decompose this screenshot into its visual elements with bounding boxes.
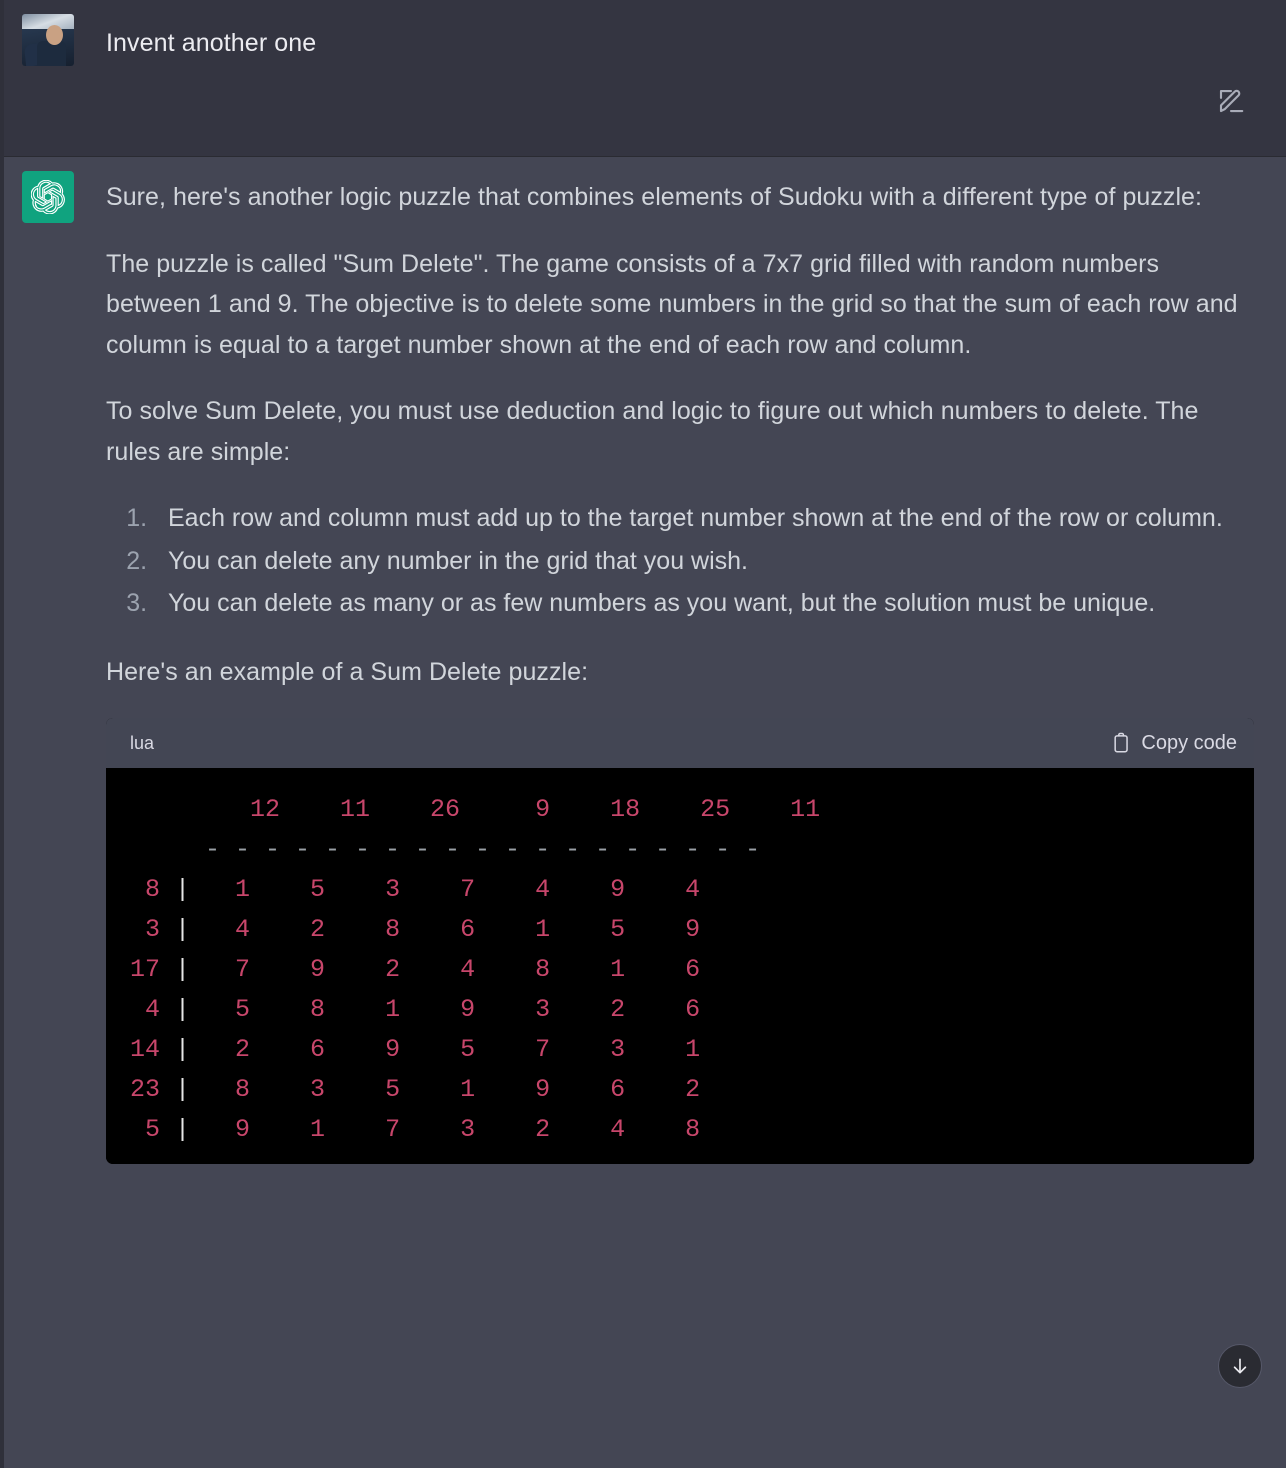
code-block-content[interactable]: 12 11 26 9 18 25 11 - - - - - - - - - - … bbox=[106, 768, 1254, 1164]
chatgpt-logo bbox=[22, 171, 74, 223]
code-grid-row: 17 | 7 9 2 4 8 1 6 bbox=[130, 955, 716, 984]
code-separator-line: - - - - - - - - - - - - - - - - - - - bbox=[130, 835, 761, 864]
rule-item: You can delete any number in the grid th… bbox=[154, 541, 1254, 582]
clipboard-icon bbox=[1114, 732, 1129, 753]
code-grid-row: 3 | 4 2 8 6 1 5 9 bbox=[130, 915, 716, 944]
code-grid-row: 8 | 1 5 3 7 4 9 4 bbox=[130, 875, 716, 904]
rules-list: Each row and column must add up to the t… bbox=[106, 498, 1254, 624]
code-block: lua Copy code 12 11 26 9 18 25 11 - - - … bbox=[106, 718, 1254, 1164]
user-message-text: Invent another one bbox=[106, 29, 317, 57]
user-message-row: Invent another one bbox=[0, 0, 1286, 157]
code-grid-row: 4 | 5 8 1 9 3 2 6 bbox=[130, 995, 716, 1024]
arrow-down-icon bbox=[1233, 1358, 1247, 1374]
user-avatar-column bbox=[0, 0, 106, 156]
code-grid-row: 5 | 9 1 7 3 2 4 8 bbox=[130, 1115, 716, 1144]
assistant-paragraph-1: Sure, here's another logic puzzle that c… bbox=[106, 183, 1203, 211]
assistant-message-content: Sure, here's another logic puzzle that c… bbox=[106, 157, 1286, 1468]
left-edge-rail bbox=[0, 0, 4, 1468]
chat-page: Invent another one Sure, here's another … bbox=[0, 0, 1286, 1468]
assistant-paragraph-3: To solve Sum Delete, you must use deduct… bbox=[106, 397, 1199, 466]
edit-message-button[interactable] bbox=[1214, 84, 1248, 118]
user-avatar-photo bbox=[22, 14, 74, 66]
edit-pencil-square-icon bbox=[1219, 89, 1244, 113]
rule-item: You can delete as many or as few numbers… bbox=[154, 583, 1254, 624]
copy-code-button[interactable]: Copy code bbox=[1112, 732, 1237, 755]
scroll-to-bottom-button[interactable] bbox=[1218, 1344, 1262, 1388]
openai-mark-icon bbox=[31, 180, 65, 214]
copy-code-label: Copy code bbox=[1141, 731, 1237, 754]
user-message-content: Invent another one bbox=[106, 0, 1286, 156]
example-intro-text: Here's an example of a Sum Delete puzzle… bbox=[106, 657, 589, 686]
code-grid-row: 14 | 2 6 9 5 7 3 1 bbox=[130, 1035, 716, 1064]
code-block-header: lua Copy code bbox=[106, 718, 1254, 768]
rule-item: Each row and column must add up to the t… bbox=[154, 498, 1254, 539]
code-grid-row: 23 | 8 3 5 1 9 6 2 bbox=[130, 1075, 716, 1104]
code-language-label: lua bbox=[130, 732, 155, 753]
assistant-paragraph-2: The puzzle is called "Sum Delete". The g… bbox=[106, 249, 1238, 359]
assistant-avatar-column bbox=[0, 157, 106, 1468]
assistant-message-row: Sure, here's another logic puzzle that c… bbox=[0, 157, 1286, 1468]
code-column-targets-line: 12 11 26 9 18 25 11 bbox=[205, 795, 836, 824]
